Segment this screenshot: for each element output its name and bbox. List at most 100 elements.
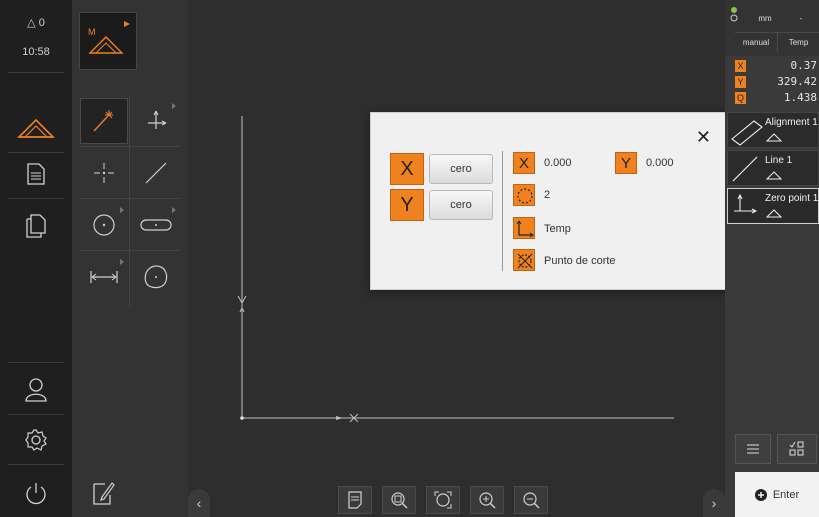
axis-tag: X (735, 60, 746, 72)
coordinate-system-icon (148, 110, 167, 129)
freeform-icon (144, 265, 168, 289)
zoom-fit-button[interactable] (382, 486, 416, 514)
y-axis-button[interactable]: Y (390, 189, 424, 221)
gear-icon (25, 429, 47, 451)
measure-icon (17, 118, 55, 138)
svg-text:M: M (88, 27, 96, 37)
circle-icon (93, 214, 115, 236)
measure-menu-button[interactable] (0, 104, 72, 152)
grid-add-icon (789, 441, 804, 456)
inspector-edit-button[interactable] (80, 470, 128, 516)
chevron-left-icon: ‹ (196, 495, 202, 511)
feature-item[interactable]: Alignment 1 (727, 112, 819, 148)
line-icon (145, 162, 167, 184)
divider (8, 362, 64, 363)
zoom-fit-icon (391, 492, 408, 509)
line-icon (732, 156, 758, 182)
zero-y-button[interactable]: cero (429, 190, 493, 220)
report-view-button[interactable] (338, 486, 372, 514)
collapse-left-tab[interactable]: ‹ (188, 489, 210, 517)
feature-item[interactable]: Line 1 (727, 150, 819, 186)
message-status[interactable]: △ 0 (0, 16, 72, 29)
circle-tool[interactable] (80, 202, 128, 248)
divider (80, 198, 180, 199)
position-value: 329.42 (777, 75, 817, 88)
feature-label: Line 1 (765, 155, 793, 166)
files-icon (26, 214, 46, 238)
zoom-out-button[interactable] (514, 486, 548, 514)
manual-mode-tile[interactable]: M (79, 12, 137, 70)
main-menu: △ 0 10:58 (0, 0, 72, 517)
x-axis-button[interactable]: X (390, 153, 424, 185)
blob-tool[interactable] (132, 254, 180, 300)
measure-icon (766, 171, 782, 180)
file-management-button[interactable] (0, 202, 72, 250)
view-toolbar (338, 486, 548, 517)
divider (8, 72, 64, 73)
report-icon (27, 163, 45, 185)
close-button[interactable]: ✕ (696, 127, 711, 148)
chevron-right-icon: › (711, 495, 717, 511)
divider (8, 464, 64, 465)
point-tool[interactable] (80, 150, 128, 196)
reference-system: Temp (544, 223, 571, 235)
hamburger-icon (747, 444, 759, 454)
divider (80, 250, 180, 251)
axis-tag: Q (735, 92, 746, 104)
measure-icon (766, 133, 782, 142)
feature-label: Zero point 1 (765, 193, 819, 204)
measure-point-icon (93, 110, 113, 132)
power-icon (26, 483, 46, 505)
axis-tag: Y (735, 76, 746, 88)
unit-secondary[interactable]: - (783, 8, 819, 28)
add-feature-button[interactable] (777, 434, 817, 464)
clock: 10:58 (22, 46, 50, 58)
manual-measure-icon: M (88, 21, 130, 54)
menu-button[interactable] (735, 434, 771, 464)
zero-point-icon (734, 193, 758, 214)
feature-item[interactable]: Zero point 1 (727, 188, 819, 224)
feature-label: Alignment 1 (765, 117, 818, 128)
distance-tool[interactable] (80, 254, 128, 300)
divider (80, 146, 180, 147)
distance-icon (90, 271, 118, 283)
unit-selector[interactable]: mm (747, 8, 783, 28)
position-row-y: Y 329.42 (735, 74, 819, 91)
construction-method: Punto de corte (544, 255, 616, 267)
measure-point-tool[interactable] (80, 98, 128, 144)
status-indicator-icon (730, 7, 738, 22)
mode-selector[interactable]: manual (735, 32, 777, 52)
divider (8, 198, 64, 199)
zoom-in-button[interactable] (470, 486, 504, 514)
reference-selector[interactable]: Temp (777, 32, 819, 52)
slot-tool[interactable] (132, 202, 180, 248)
line-tool[interactable] (132, 150, 180, 196)
zero-x-button[interactable]: cero (429, 154, 493, 184)
collapse-right-tab[interactable]: › (703, 489, 725, 517)
construction-method-icon (513, 249, 535, 271)
position-row-q: Q 1.438 (735, 90, 819, 107)
enter-button[interactable]: Enter (735, 472, 819, 517)
alignment-icon (731, 120, 763, 146)
zero-point-dialog: ✕ X cero Y cero X 0.000 Y 0.000 2 Temp P… (370, 112, 728, 290)
document-icon (348, 491, 362, 509)
define-tool[interactable] (132, 98, 180, 144)
reference-system-icon (513, 217, 535, 239)
y-value: 0.000 (646, 157, 674, 169)
x-value-tag: X (513, 152, 535, 174)
inspector-panel: mm - manual Temp X 0.37 Y 329.42 Q 1.438… (725, 0, 819, 517)
settings-button[interactable] (0, 416, 72, 464)
zoom-area-icon (434, 491, 452, 509)
power-button[interactable] (0, 470, 72, 517)
enter-label: Enter (772, 488, 800, 501)
user-icon (25, 378, 47, 402)
zoom-area-button[interactable] (426, 486, 460, 514)
report-menu-button[interactable] (0, 150, 72, 198)
user-login-button[interactable] (0, 366, 72, 414)
submenu-indicator (120, 207, 124, 213)
divider (502, 151, 503, 271)
zoom-in-icon (479, 492, 496, 509)
position-value: 0.37 (790, 59, 818, 72)
x-value: 0.000 (544, 157, 572, 169)
close-icon: ✕ (695, 127, 711, 147)
